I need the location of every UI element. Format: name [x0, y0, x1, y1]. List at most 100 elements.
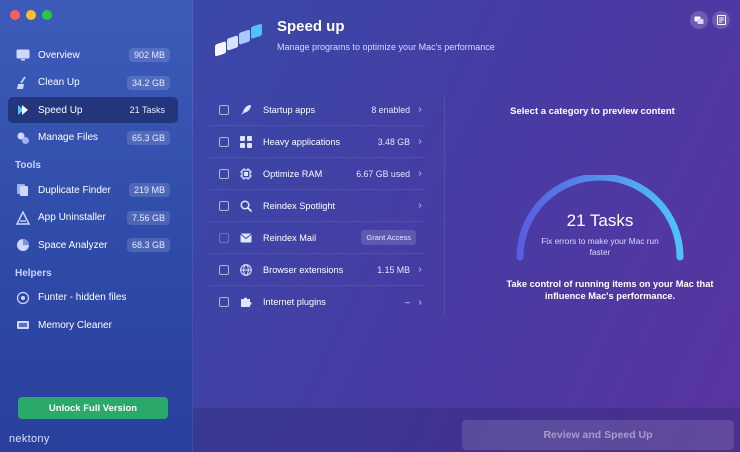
sidebar-item-badge: 7.56 GB [126, 210, 170, 225]
sidebar-item-badge: 219 MB [128, 183, 170, 197]
unlock-full-version-button[interactable]: Unlock Full Version [18, 397, 168, 419]
task-checkbox[interactable] [219, 104, 229, 115]
eye-icon [15, 290, 30, 305]
list-item-startup-apps[interactable]: Startup apps 8 enabled › [210, 94, 424, 126]
document-icon [716, 15, 726, 25]
chevron-right-icon[interactable]: › [416, 200, 424, 211]
broom-icon [15, 75, 30, 90]
sidebar-item-label: Manage Files [38, 132, 99, 143]
sidebar-nav: Overview 902 MB Clean Up 34.2 GB Speed U… [8, 42, 178, 340]
grant-access-button[interactable]: Grant Access [361, 230, 416, 245]
speed-up-task-list: Startup apps 8 enabled › Heavy applicati… [210, 94, 424, 318]
task-value: 8 enabled [371, 104, 410, 115]
sidebar-item-memory-cleaner[interactable]: Memory Cleaner [8, 312, 178, 338]
task-label: Internet plugins [263, 297, 326, 307]
task-label: Optimize RAM [263, 168, 323, 179]
sidebar-item-speed-up[interactable]: Speed Up 21 Tasks [8, 97, 178, 123]
zoom-window-button[interactable] [42, 10, 52, 20]
chevron-right-icon[interactable]: › [416, 104, 424, 115]
helpers-section-header: Helpers [15, 267, 52, 279]
sidebar-item-badge: 68.3 GB [126, 238, 170, 252]
chevron-right-icon[interactable]: › [416, 297, 424, 308]
review-and-speed-up-button[interactable]: Review and Speed Up [462, 420, 734, 450]
chevron-right-icon[interactable]: › [416, 264, 424, 275]
task-value: – [405, 297, 410, 307]
apps-grid-icon [239, 135, 253, 149]
task-checkbox[interactable] [219, 136, 229, 147]
task-value: 1.15 MB [377, 264, 410, 275]
sidebar-item-label: Duplicate Finder [38, 184, 111, 196]
duplicate-icon [15, 183, 30, 198]
app-window: Overview 902 MB Clean Up 34.2 GB Speed U… [0, 0, 740, 452]
task-label: Startup apps [263, 104, 316, 115]
task-label: Reindex Mail [263, 232, 317, 243]
list-item-browser-extensions[interactable]: Browser extensions 1.15 MB › [210, 254, 424, 286]
tools-section-header: Tools [15, 160, 41, 171]
task-checkbox[interactable] [219, 232, 229, 243]
list-item-internet-plugins[interactable]: Internet plugins – › [210, 286, 424, 318]
sidebar-item-manage-files[interactable]: Manage Files 65.3 GB [8, 125, 178, 151]
gauge-value: 21 Tasks [566, 211, 634, 230]
files-icon [15, 130, 30, 145]
sidebar-item-space-analyzer[interactable]: Space Analyzer 68.3 GB [8, 232, 178, 258]
footer-bar: Review and Speed Up [193, 407, 740, 452]
chat-support-button[interactable] [690, 11, 708, 29]
sidebar-item-badge: 65.3 GB [126, 130, 170, 145]
sidebar-item-label: Overview [38, 49, 80, 61]
uninstaller-icon [15, 210, 30, 225]
task-label: Reindex Spotlight [263, 200, 336, 211]
pie-chart-icon [15, 238, 30, 253]
close-window-button[interactable] [10, 10, 20, 20]
chat-icon [694, 16, 704, 24]
gauge-description: Fix errors to make your Mac run faster [541, 236, 659, 257]
preview-description: Take control of running items on your Ma… [506, 279, 714, 301]
minimize-window-button[interactable] [26, 10, 36, 20]
page-header: Speed up Manage programs to optimize you… [193, 0, 740, 75]
sidebar-item-overview[interactable]: Overview 902 MB [8, 42, 178, 68]
task-label: Heavy applications [263, 136, 341, 147]
list-item-reindex-spotlight[interactable]: Reindex Spotlight › [210, 190, 424, 222]
sidebar-item-label: Memory Cleaner [38, 319, 112, 331]
speed-arrows-icon [15, 103, 30, 118]
task-checkbox[interactable] [219, 168, 229, 179]
preview-heading: Select a category to preview content [510, 106, 675, 117]
brand-logo: nektony [9, 433, 50, 445]
overview-icon [15, 48, 30, 63]
list-item-optimize-ram[interactable]: Optimize RAM 6.67 GB used › [210, 158, 424, 190]
sidebar-item-label: App Uninstaller [38, 212, 106, 223]
sidebar-item-badge: 902 MB [128, 48, 170, 62]
header-actions [690, 11, 730, 29]
sidebar-item-badge: 34.2 GB [126, 75, 170, 90]
news-button[interactable] [712, 11, 730, 29]
task-checkbox[interactable] [219, 297, 229, 307]
sidebar-item-label: Clean Up [38, 77, 80, 88]
sidebar-item-badge: 21 Tasks [129, 105, 165, 115]
task-value: 6.67 GB used [356, 168, 410, 179]
sidebar-item-label: Funter - hidden files [38, 292, 127, 303]
sidebar-item-duplicate-finder[interactable]: Duplicate Finder 219 MB [8, 177, 178, 203]
speed-up-hero-icon [211, 18, 269, 62]
task-checkbox[interactable] [219, 264, 229, 275]
task-checkbox[interactable] [219, 200, 229, 211]
globe-icon [239, 263, 253, 277]
chevron-right-icon[interactable]: › [416, 168, 424, 179]
page-subtitle: Manage programs to optimize your Mac's p… [277, 42, 495, 52]
list-item-reindex-mail[interactable]: Reindex Mail Grant Access [210, 222, 424, 254]
memory-chip-icon [15, 318, 30, 333]
window-controls [10, 10, 52, 20]
sidebar-item-label: Speed Up [38, 104, 83, 116]
sidebar: Overview 902 MB Clean Up 34.2 GB Speed U… [0, 0, 193, 452]
sidebar-item-clean-up[interactable]: Clean Up 34.2 GB [8, 70, 178, 96]
page-title: Speed up [277, 18, 345, 35]
sidebar-item-funter[interactable]: Funter - hidden files [8, 285, 178, 311]
task-label: Browser extensions [263, 264, 344, 275]
mail-icon [239, 231, 253, 245]
sidebar-item-app-uninstaller[interactable]: App Uninstaller 7.56 GB [8, 205, 178, 231]
list-item-heavy-applications[interactable]: Heavy applications 3.48 GB › [210, 126, 424, 158]
panel-divider [444, 94, 445, 316]
rocket-icon [239, 103, 253, 117]
magnifier-icon [239, 199, 253, 213]
chevron-right-icon[interactable]: › [416, 136, 424, 147]
task-value: 3.48 GB [377, 136, 410, 147]
sidebar-item-label: Space Analyzer [38, 239, 108, 251]
